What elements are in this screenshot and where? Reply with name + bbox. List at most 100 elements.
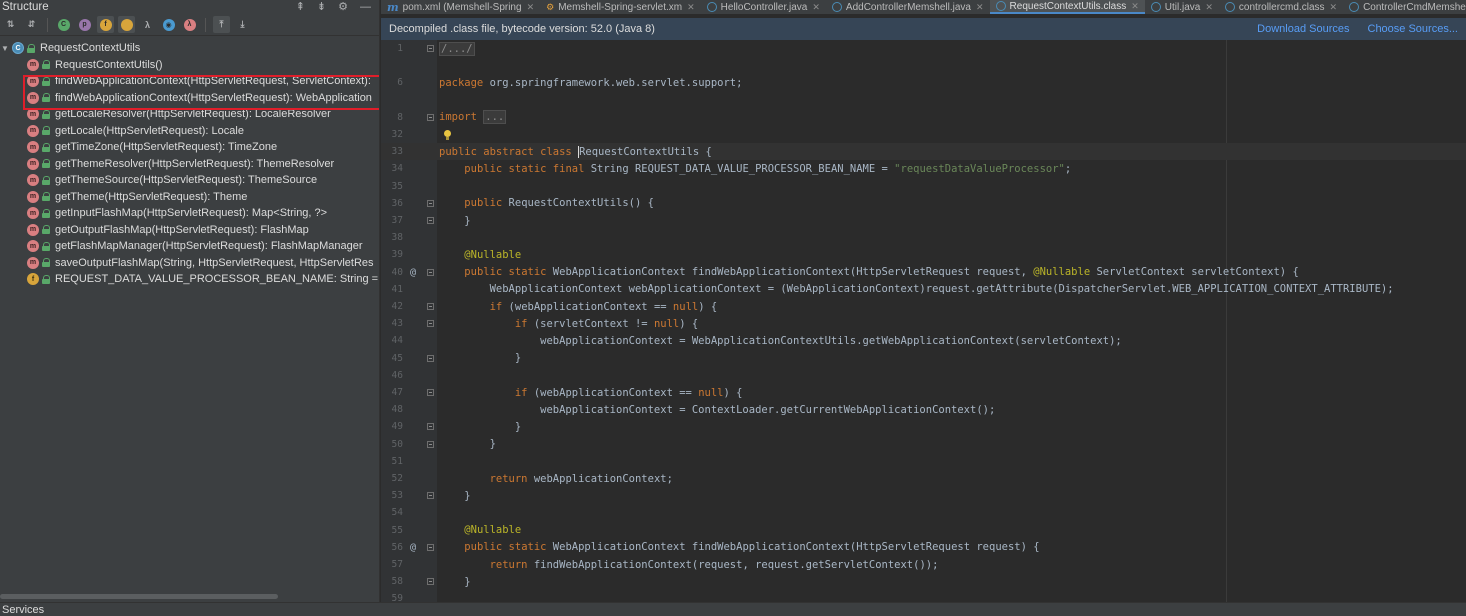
close-icon[interactable]: ✕ xyxy=(812,2,820,13)
services-tab[interactable]: Services xyxy=(2,604,44,616)
tree-root-class[interactable]: ▼ C RequestContextUtils xyxy=(0,40,379,57)
fold-marker[interactable] xyxy=(423,440,437,448)
tree-item[interactable]: m getOutputFlashMap(HttpServletRequest): … xyxy=(0,222,379,239)
code-line[interactable]: 6 package org.springframework.web.servlet… xyxy=(381,74,1466,91)
sort-visibility-icon[interactable]: ⇅ xyxy=(2,16,19,33)
code-line[interactable]: 32 xyxy=(381,126,1466,143)
editor-tab[interactable]: RequestContextUtils.class ✕ xyxy=(989,0,1145,14)
show-fields-icon[interactable]: f xyxy=(97,16,114,33)
code-line[interactable]: 48 webApplicationContext = ContextLoader… xyxy=(381,401,1466,418)
code-line[interactable]: 58 } xyxy=(381,573,1466,590)
code-line[interactable]: 51 xyxy=(381,453,1466,470)
expand-arrow-icon[interactable]: ▼ xyxy=(0,44,10,53)
collapse-all-icon[interactable]: ⇟ xyxy=(317,1,326,13)
editor-tab[interactable]: controllercmd.class ✕ xyxy=(1219,0,1343,14)
code-line[interactable]: 34 public static final String REQUEST_DA… xyxy=(381,160,1466,177)
editor-tab[interactable]: Util.java ✕ xyxy=(1145,0,1219,14)
tree-item[interactable]: m getLocaleResolver(HttpServletRequest): … xyxy=(0,106,379,123)
fold-icon[interactable] xyxy=(426,578,434,586)
annotation-gutter-icon[interactable]: @ xyxy=(403,542,423,553)
code-line[interactable]: 44 webApplicationContext = WebApplicatio… xyxy=(381,332,1466,349)
tree-item[interactable]: m RequestContextUtils() xyxy=(0,57,379,74)
fold-marker[interactable] xyxy=(423,543,437,551)
tree-item[interactable]: m findWebApplicationContext(HttpServletRe… xyxy=(0,90,379,107)
fold-icon[interactable] xyxy=(426,268,434,276)
fold-icon[interactable] xyxy=(426,320,434,328)
annotation-gutter-icon[interactable]: @ xyxy=(403,267,423,278)
code-line[interactable]: 1 /.../ xyxy=(381,40,1466,57)
code-line[interactable]: 35 xyxy=(381,178,1466,195)
fold-marker[interactable] xyxy=(423,423,437,431)
fold-marker[interactable] xyxy=(423,492,437,500)
close-icon[interactable]: ✕ xyxy=(527,2,535,13)
editor-tab[interactable]: HelloController.java ✕ xyxy=(701,0,826,14)
tree-item[interactable]: m getLocale(HttpServletRequest): Locale xyxy=(0,123,379,140)
show-lambdas-icon[interactable]: λ xyxy=(139,16,156,33)
code-line[interactable]: 57 return findWebApplicationContext(requ… xyxy=(381,556,1466,573)
tree-item[interactable]: m getTimeZone(HttpServletRequest): TimeZo… xyxy=(0,139,379,156)
tree-item[interactable]: f REQUEST_DATA_VALUE_PROCESSOR_BEAN_NAME:… xyxy=(0,271,379,288)
choose-sources-link[interactable]: Choose Sources... xyxy=(1368,23,1459,35)
show-lambda-icon[interactable]: λ xyxy=(181,16,198,33)
code-line[interactable]: 8 import ... xyxy=(381,109,1466,126)
download-sources-link[interactable]: Download Sources xyxy=(1257,23,1349,35)
fold-icon[interactable] xyxy=(426,423,434,431)
code-line[interactable]: 43 if (servletContext != null) { xyxy=(381,315,1466,332)
tree-item[interactable]: m saveOutputFlashMap(String, HttpServletR… xyxy=(0,255,379,272)
editor-tab[interactable]: ControllerCmdMemshell.ja xyxy=(1343,0,1466,14)
code-line[interactable]: 45 } xyxy=(381,350,1466,367)
code-line[interactable]: 50 } xyxy=(381,436,1466,453)
fold-icon[interactable] xyxy=(426,389,434,397)
tree-item[interactable]: m getThemeSource(HttpServletRequest): The… xyxy=(0,172,379,189)
show-properties-icon[interactable]: p xyxy=(76,16,93,33)
fold-icon[interactable] xyxy=(426,199,434,207)
fold-marker[interactable] xyxy=(423,354,437,362)
code-line[interactable]: 59 xyxy=(381,590,1466,602)
show-inherited-icon[interactable]: C xyxy=(55,16,72,33)
editor-tab[interactable]: m pom.xml (Memshell-Spring ✕ xyxy=(381,0,540,14)
code-line[interactable]: 33 public abstract class RequestContextUt… xyxy=(381,143,1466,161)
code-line[interactable]: 56 @ public static WebApplicationContext … xyxy=(381,539,1466,556)
fold-marker[interactable] xyxy=(423,303,437,311)
fold-icon[interactable] xyxy=(426,45,434,53)
fold-marker[interactable] xyxy=(423,113,437,121)
tree-item[interactable]: m getTheme(HttpServletRequest): Theme xyxy=(0,189,379,206)
fold-icon[interactable] xyxy=(426,440,434,448)
fold-marker[interactable] xyxy=(423,578,437,586)
fold-icon[interactable] xyxy=(426,217,434,225)
code-line[interactable]: 49 } xyxy=(381,418,1466,435)
close-icon[interactable]: ✕ xyxy=(1330,2,1338,13)
code-line[interactable]: 41 WebApplicationContext webApplicationC… xyxy=(381,281,1466,298)
fold-marker[interactable] xyxy=(423,389,437,397)
horizontal-scrollbar[interactable] xyxy=(0,594,278,599)
autoscroll-to-source-icon[interactable]: ⤒ xyxy=(213,16,230,33)
fold-icon[interactable] xyxy=(426,113,434,121)
tree-item[interactable]: m getInputFlashMap(HttpServletRequest): M… xyxy=(0,205,379,222)
code-line[interactable]: 47 if (webApplicationContext == null) { xyxy=(381,384,1466,401)
show-anonymous-icon[interactable]: ◉ xyxy=(160,16,177,33)
code-line[interactable]: 36 public RequestContextUtils() { xyxy=(381,195,1466,212)
minimize-icon[interactable]: — xyxy=(360,1,371,13)
fold-marker[interactable] xyxy=(423,199,437,207)
code-line[interactable]: 37 } xyxy=(381,212,1466,229)
tree-item[interactable]: m getThemeResolver(HttpServletRequest): T… xyxy=(0,156,379,173)
code-line[interactable]: 52 return webApplicationContext; xyxy=(381,470,1466,487)
fold-icon[interactable] xyxy=(426,354,434,362)
code-line[interactable]: 46 xyxy=(381,367,1466,384)
code-line[interactable] xyxy=(381,57,1466,74)
fold-icon[interactable] xyxy=(426,543,434,551)
autoscroll-from-source-icon[interactable]: ⤓ xyxy=(234,16,251,33)
code-line[interactable]: 53 } xyxy=(381,487,1466,504)
fold-marker[interactable] xyxy=(423,217,437,225)
code-line[interactable]: 38 xyxy=(381,229,1466,246)
code-line[interactable]: 39 @Nullable xyxy=(381,246,1466,263)
fold-marker[interactable] xyxy=(423,320,437,328)
editor-tab[interactable]: AddControllerMemshell.java ✕ xyxy=(826,0,990,14)
fold-marker[interactable] xyxy=(423,45,437,53)
show-non-public-icon[interactable] xyxy=(118,16,135,33)
close-icon[interactable]: ✕ xyxy=(976,2,984,13)
code-line[interactable]: 42 if (webApplicationContext == null) { xyxy=(381,298,1466,315)
fold-icon[interactable] xyxy=(426,303,434,311)
code-line[interactable]: 40 @ public static WebApplicationContext … xyxy=(381,264,1466,281)
close-icon[interactable]: ✕ xyxy=(1131,1,1139,12)
